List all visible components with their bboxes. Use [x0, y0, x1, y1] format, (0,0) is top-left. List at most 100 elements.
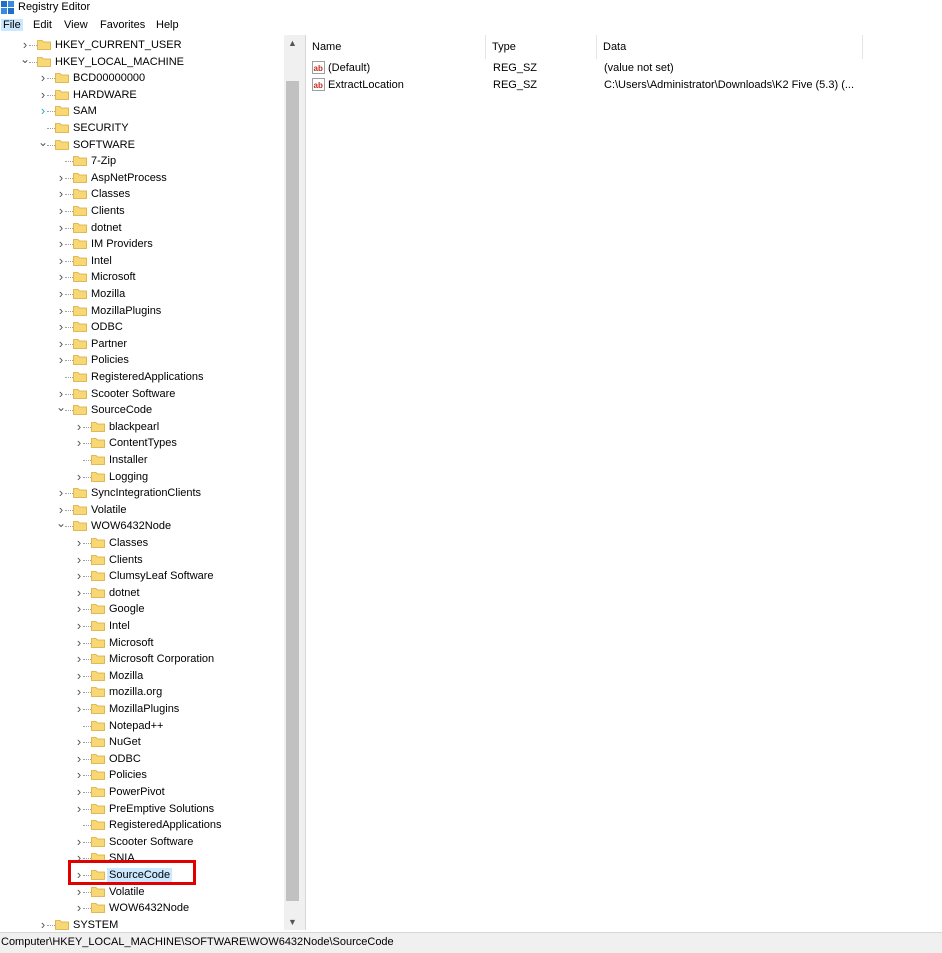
tree-node[interactable]: › PreEmptive Solutions: [0, 801, 284, 817]
tree-node[interactable]: › Volatile: [0, 884, 284, 900]
tree-node[interactable]: › SyncIntegrationClients: [0, 485, 284, 501]
tree-connector: [29, 61, 37, 63]
tree-node-label: Partner: [91, 337, 128, 350]
tree-node-label: Policies: [109, 769, 147, 782]
tree-node-label: Mozilla: [91, 288, 126, 300]
tree-node[interactable]: Installer: [0, 452, 284, 468]
tree-node[interactable]: › blackpearl: [0, 419, 284, 435]
tree-connector: [83, 742, 91, 744]
menu-help[interactable]: Help: [154, 19, 181, 31]
menu-file[interactable]: File: [1, 19, 23, 31]
tree-node[interactable]: › Partner: [0, 336, 284, 352]
scroll-down-icon[interactable]: ▼: [284, 914, 301, 930]
menu-view[interactable]: View: [62, 19, 90, 31]
value-row[interactable]: ab ExtractLocation REG_SZ C:\Users\Admin…: [306, 77, 942, 94]
column-header-name[interactable]: Name: [306, 35, 486, 59]
tree-node[interactable]: › Scooter Software: [0, 386, 284, 402]
tree-node-label: ContentTypes: [109, 437, 177, 450]
tree-node-label: NuGet: [109, 736, 141, 749]
tree-connector: [83, 792, 91, 793]
tree-node[interactable]: › Mozilla: [0, 286, 284, 302]
tree-node[interactable]: › dotnet: [0, 585, 284, 601]
tree-connector: [65, 310, 73, 312]
tree-node[interactable]: › SYSTEM: [0, 917, 284, 930]
tree-node[interactable]: › Intel: [0, 618, 284, 634]
tree-connector: [65, 393, 73, 395]
tree-node[interactable]: › SAM: [0, 103, 284, 119]
tree-node[interactable]: RegisteredApplications: [0, 369, 284, 385]
tree-node[interactable]: › Scooter Software: [0, 834, 284, 850]
tree-node[interactable]: ⌄ HKEY_LOCAL_MACHINE: [0, 53, 284, 70]
tree-node[interactable]: › Microsoft: [0, 635, 284, 651]
tree-node[interactable]: › Volatile: [0, 502, 284, 518]
tree-node-label: MozillaPlugins: [91, 304, 162, 317]
scroll-up-icon[interactable]: ▲: [284, 35, 301, 51]
tree-node[interactable]: › MozillaPlugins: [0, 303, 284, 319]
value-name: ExtractLocation: [328, 79, 404, 91]
tree-node[interactable]: › Policies: [0, 352, 284, 368]
scroll-thumb[interactable]: [286, 81, 299, 901]
tree-node[interactable]: › Logging: [0, 469, 284, 485]
registry-tree[interactable]: › HKEY_CURRENT_USER ⌄ HKEY_LOCAL_MACHINE › BC…: [0, 35, 301, 930]
tree-node[interactable]: › AspNetProcess: [0, 170, 284, 186]
tree-node[interactable]: 7-Zip: [0, 153, 284, 169]
tree-node-label: Scooter Software: [109, 835, 194, 848]
menu-edit[interactable]: Edit: [31, 19, 54, 31]
tree-node[interactable]: › Classes: [0, 535, 284, 551]
folder-icon: [91, 571, 105, 582]
tree-node[interactable]: › NuGet: [0, 734, 284, 750]
tree-node-label: blackpearl: [109, 420, 160, 433]
tree-node[interactable]: › ODBC: [0, 319, 284, 335]
tree-node[interactable]: › HARDWARE: [0, 87, 284, 103]
tree-connector: [65, 194, 73, 196]
tree-node[interactable]: › Clients: [0, 203, 284, 219]
tree-connector: [83, 626, 91, 627]
tree-node[interactable]: › MozillaPlugins: [0, 701, 284, 717]
tree-node[interactable]: SECURITY: [0, 120, 284, 136]
tree-connector: [83, 891, 91, 893]
tree-connector: [65, 211, 73, 212]
tree-connector: [83, 609, 91, 611]
tree-node[interactable]: › Clients: [0, 552, 284, 568]
tree-node[interactable]: › Classes: [0, 186, 284, 202]
tree-node[interactable]: › WOW6432Node: [0, 900, 284, 916]
tree-node-label: Logging: [109, 470, 149, 483]
value-name: (Default): [328, 62, 371, 74]
tree-node-label: SourceCode: [91, 404, 153, 417]
menu-favorites[interactable]: Favorites: [98, 19, 147, 31]
tree-node[interactable]: ⌄ SOFTWARE: [0, 136, 284, 153]
tree-node[interactable]: › mozilla.org: [0, 684, 284, 700]
column-header-data[interactable]: Data: [597, 35, 863, 59]
tree-node[interactable]: › BCD00000000: [0, 70, 284, 86]
tree-node[interactable]: › dotnet: [0, 220, 284, 236]
folder-icon: [55, 106, 69, 117]
tree-node-label: WOW6432Node: [109, 902, 190, 915]
folder-icon: [37, 56, 51, 67]
tree-node[interactable]: › Microsoft Corporation: [0, 651, 284, 667]
folder-icon: [91, 604, 105, 615]
tree-node[interactable]: RegisteredApplications: [0, 817, 284, 833]
tree-node[interactable]: › IM Providers: [0, 236, 284, 252]
folder-icon: [73, 206, 87, 216]
expand-chevron-icon[interactable]: ›: [38, 917, 48, 930]
column-header-type[interactable]: Type: [486, 35, 597, 59]
tree-node[interactable]: › Mozilla: [0, 668, 284, 684]
tree-scrollbar[interactable]: ▲ ▼: [284, 35, 301, 930]
tree-node[interactable]: › ContentTypes: [0, 435, 284, 451]
tree-node[interactable]: Notepad++: [0, 718, 284, 734]
window-title: Registry Editor: [18, 1, 91, 13]
tree-node[interactable]: › Intel: [0, 253, 284, 269]
tree-node[interactable]: › ODBC: [0, 751, 284, 767]
tree-node[interactable]: › Policies: [0, 767, 284, 783]
tree-node[interactable]: ⌄ WOW6432Node: [0, 517, 284, 534]
tree-node[interactable]: › HKEY_CURRENT_USER: [0, 37, 284, 53]
tree-node[interactable]: ⌄ SourceCode: [0, 401, 284, 418]
tree-node[interactable]: › ClumsyLeaf Software: [0, 568, 284, 584]
tree-connector: [83, 808, 91, 810]
tree-connector: [65, 260, 73, 262]
tree-node[interactable]: › PowerPivot: [0, 784, 284, 800]
value-row[interactable]: ab (Default) REG_SZ (value not set): [306, 60, 942, 77]
tree-node[interactable]: › Microsoft: [0, 269, 284, 285]
folder-icon: [91, 787, 105, 797]
tree-node[interactable]: › Google: [0, 601, 284, 617]
